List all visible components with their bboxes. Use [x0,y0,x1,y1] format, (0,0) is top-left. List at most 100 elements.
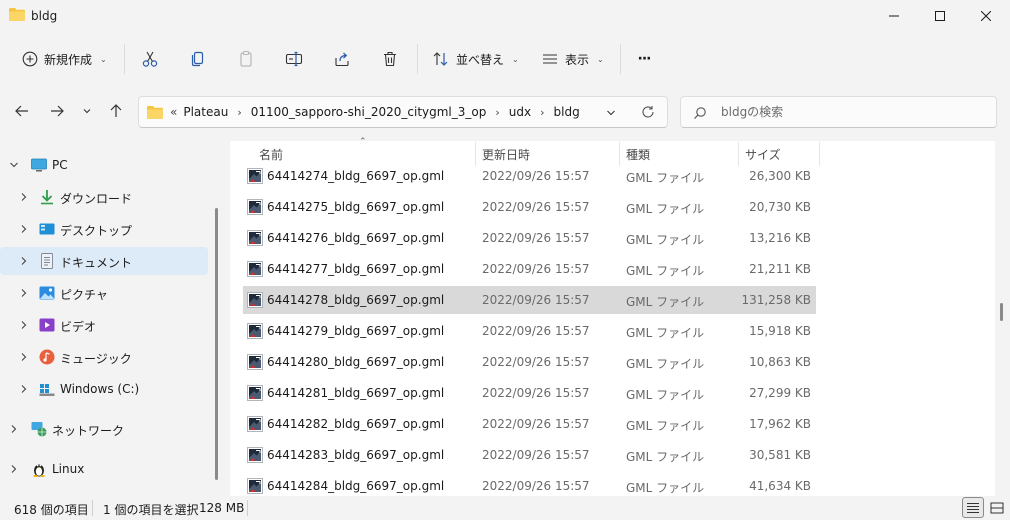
nav-item-downloads[interactable]: ダウンロード [0,183,208,211]
chevron-down-icon: ⌄ [100,54,107,64]
chevron-right-icon[interactable]: › [495,106,499,119]
file-row[interactable]: 64414282_bldg_6697_op.gml 2022/09/26 15:5… [243,410,816,438]
up-button[interactable] [102,97,130,125]
gml-file-icon [247,323,263,339]
column-divider[interactable] [819,142,820,166]
file-row[interactable]: 64414281_bldg_6697_op.gml 2022/09/26 15:5… [243,379,816,407]
file-type: GML ファイル [626,233,705,247]
chevron-right-icon[interactable] [8,423,20,435]
file-row[interactable]: 64414279_bldg_6697_op.gml 2022/09/26 15:5… [243,317,816,345]
file-name: 64414279_bldg_6697_op.gml [267,324,445,338]
breadcrumb-overflow[interactable]: « [170,105,177,119]
download-icon [41,190,53,205]
file-row[interactable]: 64414274_bldg_6697_op.gml 2022/09/26 15:5… [243,162,816,190]
chevron-right-icon[interactable] [18,191,30,203]
nav-item-network[interactable]: ネットワーク [0,415,208,443]
chevron-right-icon[interactable] [18,383,30,395]
breadcrumb-item[interactable]: Plateau [183,105,228,119]
paste-button[interactable] [232,42,260,76]
nav-item-pc[interactable]: PC [0,151,208,179]
share-icon [335,52,349,67]
file-name: 64414284_bldg_6697_op.gml [267,479,445,493]
file-row[interactable]: 64414283_bldg_6697_op.gml 2022/09/26 15:5… [243,441,816,469]
file-date: 2022/09/26 15:57 [482,200,590,214]
nav-label: ドキュメント [60,256,133,270]
more-options-button[interactable]: ··· [630,42,658,76]
close-button[interactable] [963,0,1009,32]
gml-file-icon [247,385,263,401]
copy-button[interactable] [184,42,212,76]
file-size: 41,634 KB [749,479,811,493]
new-button[interactable]: 新規作成 ⌄ [14,42,114,76]
search-input[interactable] [680,96,997,128]
navigation-row: « Plateau › 01100_sapporo-shi_2020_cityg… [0,88,1010,134]
file-row[interactable]: 64414278_bldg_6697_op.gml 2022/09/26 15:5… [243,286,816,314]
nav-item-music[interactable]: ミュージック [0,343,208,371]
chevron-down-icon[interactable] [8,159,20,171]
refresh-icon[interactable] [641,105,655,119]
file-type: GML ファイル [626,202,705,216]
file-row[interactable]: 64414277_bldg_6697_op.gml 2022/09/26 15:5… [243,255,816,283]
file-size: 15,918 KB [749,324,811,338]
status-divider [92,500,93,516]
arrow-left-icon [15,105,28,117]
nav-item-windows-drive[interactable]: Windows (C:) [0,375,208,403]
view-button[interactable]: 表示 ⌄ [537,42,609,76]
file-size: 10,863 KB [749,355,811,369]
file-row[interactable]: 64414280_bldg_6697_op.gml 2022/09/26 15:5… [243,348,816,376]
file-name: 64414280_bldg_6697_op.gml [267,355,445,369]
nav-label: ネットワーク [52,424,125,438]
details-view-icon [967,502,979,513]
sort-button[interactable]: 並べ替え ⌄ [428,42,522,76]
file-row[interactable]: 64414275_bldg_6697_op.gml 2022/09/26 15:5… [243,193,816,221]
nav-item-pictures[interactable]: ピクチャ [0,279,208,307]
nav-label: ビデオ [60,320,97,334]
forward-button[interactable] [43,97,71,125]
gml-file-icon [247,354,263,370]
file-list-scrollbar[interactable] [1000,303,1003,321]
plus-circle-icon [22,51,38,67]
chevron-right-icon[interactable]: › [540,106,544,119]
chevron-right-icon[interactable] [18,255,30,267]
minimize-button[interactable] [871,0,917,32]
video-icon [39,318,55,332]
chevron-down-icon[interactable] [605,107,617,119]
chevron-right-icon[interactable] [18,351,30,363]
chevron-right-icon[interactable] [18,223,30,235]
arrow-right-icon [51,105,64,117]
cut-button[interactable] [136,42,164,76]
nav-item-documents[interactable]: ドキュメント [0,247,208,275]
address-bar[interactable]: « Plateau › 01100_sapporo-shi_2020_cityg… [138,96,668,128]
nav-item-linux[interactable]: Linux [0,455,208,483]
delete-button[interactable] [376,42,404,76]
nav-item-videos[interactable]: ビデオ [0,311,208,339]
tiles-view-button[interactable] [986,497,1008,518]
chevron-right-icon[interactable] [18,319,30,331]
more-icon: ··· [637,51,652,67]
pc-icon [31,158,47,172]
breadcrumb-item[interactable]: 01100_sapporo-shi_2020_citygml_3_op [251,105,487,119]
chevron-right-icon[interactable] [8,463,20,475]
back-button[interactable] [8,97,36,125]
file-type: GML ファイル [626,450,705,464]
chevron-right-icon[interactable] [18,287,30,299]
chevron-down-icon: ⌄ [512,54,519,64]
file-row[interactable]: 64414276_bldg_6697_op.gml 2022/09/26 15:5… [243,224,816,252]
navigation-scrollbar[interactable] [215,208,218,480]
chevron-right-icon[interactable]: › [237,106,241,119]
nav-label: デスクトップ [60,224,133,238]
breadcrumb-item[interactable]: udx [509,105,531,119]
rename-button[interactable] [280,42,308,76]
breadcrumb-item[interactable]: bldg [554,105,580,119]
file-name: 64414278_bldg_6697_op.gml [267,293,445,307]
nav-label: Windows (C:) [60,382,140,396]
view-button-label: 表示 [565,52,590,67]
sort-button-label: 並べ替え [456,52,505,67]
maximize-icon [935,11,945,21]
share-button[interactable] [328,42,356,76]
recent-locations-button[interactable] [74,97,100,125]
details-view-button[interactable] [962,497,984,518]
music-icon [39,349,55,365]
maximize-button[interactable] [917,0,963,32]
nav-item-desktop[interactable]: デスクトップ [0,215,208,243]
